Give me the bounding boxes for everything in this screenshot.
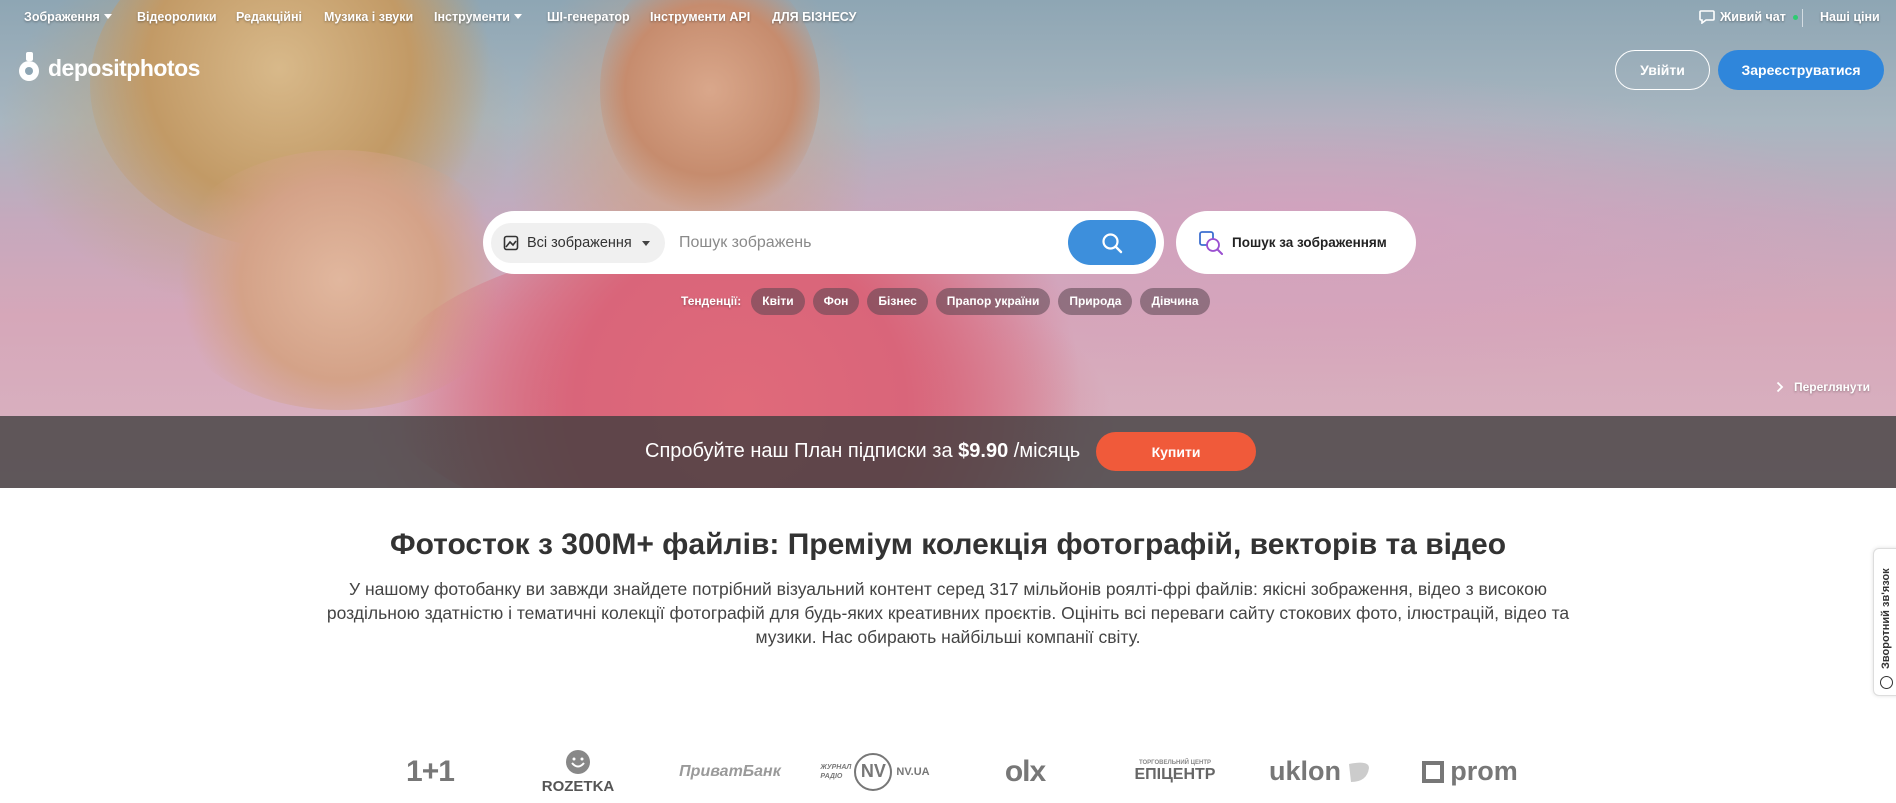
depositphotos-logo[interactable]: depositphotos <box>16 52 200 84</box>
search-by-image-button[interactable]: Пошук за зображенням <box>1176 211 1416 274</box>
search-icon <box>1102 232 1123 253</box>
image-search-icon <box>1199 230 1223 255</box>
client-logo-nv: ЖУРНАЛ РАДІО NV NV.UA <box>820 740 930 803</box>
trends-label: Тенденції: <box>681 294 742 308</box>
nav-item-business[interactable]: ДЛЯ БІЗНЕСУ <box>772 10 856 24</box>
trend-chip[interactable]: Фон <box>812 287 860 315</box>
nav-item-editorial[interactable]: Редакційні <box>236 10 302 24</box>
client-logo-epicentr: ТОРГОВЕЛЬНИЙ ЦЕНТР ЕПІЦЕНТР <box>1134 759 1216 783</box>
nav-item-music[interactable]: Музика і звуки <box>324 10 413 24</box>
page-description: У нашому фотобанку ви завжди знайдете по… <box>326 579 1570 647</box>
nav-item-tools[interactable]: Інструменти <box>434 10 522 24</box>
client-logo-uklon: uklon <box>1265 740 1375 803</box>
logo-mark-icon <box>19 52 39 81</box>
search-button[interactable] <box>1068 220 1156 265</box>
chevron-down-icon <box>513 14 522 19</box>
live-chat-link[interactable]: Живий чат <box>1699 10 1798 24</box>
client-logos: 1+1 ROZETKA ПриватБанк ЖУРНАЛ РАДІО NV N… <box>0 740 1896 803</box>
nav-item-videos[interactable]: Відеоролики <box>137 10 217 24</box>
image-type-icon <box>503 235 519 251</box>
online-status-dot <box>1792 14 1798 20</box>
content-type-label: Всі зображення <box>527 235 632 251</box>
nav-item-images[interactable]: Зображення <box>24 10 112 24</box>
client-logo-rozetka: ROZETKA <box>528 740 628 803</box>
prom-square-icon <box>1422 760 1445 783</box>
subscription-promo-bar: Спробуйте наш План підписки за $9.90 /мі… <box>0 416 1896 488</box>
chevron-down-icon <box>641 240 650 246</box>
search-input[interactable] <box>679 225 1049 261</box>
nv-mark-icon: NV <box>854 752 893 791</box>
promo-price: $9.90 <box>958 440 1009 462</box>
search-by-image-label: Пошук за зображенням <box>1232 235 1387 250</box>
logo-text: depositphotos <box>48 54 200 81</box>
content-type-select[interactable]: Всі зображення <box>491 223 665 263</box>
feedback-icon <box>1880 676 1893 689</box>
top-navigation: Зображення Відеоролики Редакційні Музика… <box>0 0 1896 36</box>
trend-chip[interactable]: Прапор україни <box>935 287 1051 315</box>
nav-divider <box>1802 9 1803 27</box>
nav-item-api-tools[interactable]: Інструменти API <box>650 10 750 24</box>
nav-item-ai-generator[interactable]: ШІ-генератор <box>547 10 630 24</box>
rozetka-smile-icon <box>566 750 590 774</box>
chevron-right-icon <box>1776 381 1784 393</box>
view-link-label: Переглянути <box>1794 380 1870 394</box>
uklon-leaf-icon <box>1349 762 1369 782</box>
chat-bubble-icon <box>1699 10 1715 24</box>
client-logo-prom: prom <box>1420 740 1520 803</box>
trend-chip[interactable]: Дівчина <box>1140 287 1210 315</box>
trend-chip[interactable]: Квіти <box>751 287 805 315</box>
view-photo-link[interactable]: Переглянути <box>1776 380 1870 394</box>
nav-item-pricing[interactable]: Наші ціни <box>1820 10 1880 24</box>
feedback-tab[interactable]: Зворотний зв'язок <box>1873 548 1896 696</box>
hero-banner: Зображення Відеоролики Редакційні Музика… <box>0 0 1896 488</box>
client-logo-1plus1: 1+1 <box>406 754 455 788</box>
buy-button[interactable]: Купити <box>1096 432 1256 471</box>
search-bar: Всі зображення <box>483 211 1164 274</box>
login-button[interactable]: Увійти <box>1615 50 1710 90</box>
register-button[interactable]: Зареєструватися <box>1718 50 1884 90</box>
trend-chip[interactable]: Бізнес <box>867 287 928 315</box>
promo-text: Спробуйте наш План підписки за $9.90 /мі… <box>645 440 1081 462</box>
trend-chip[interactable]: Природа <box>1058 287 1133 315</box>
page-title: Фотосток з 300M+ файлів: Преміум колекці… <box>389 528 1507 561</box>
trending-tags: Тенденції: Квіти Фон Бізнес Прапор украї… <box>681 287 1210 315</box>
client-logo-olx: olx <box>1004 754 1046 788</box>
feedback-label: Зворотний зв'язок <box>1880 568 1892 669</box>
chevron-down-icon <box>103 14 112 19</box>
client-logo-privatbank: ПриватБанк <box>679 762 781 780</box>
